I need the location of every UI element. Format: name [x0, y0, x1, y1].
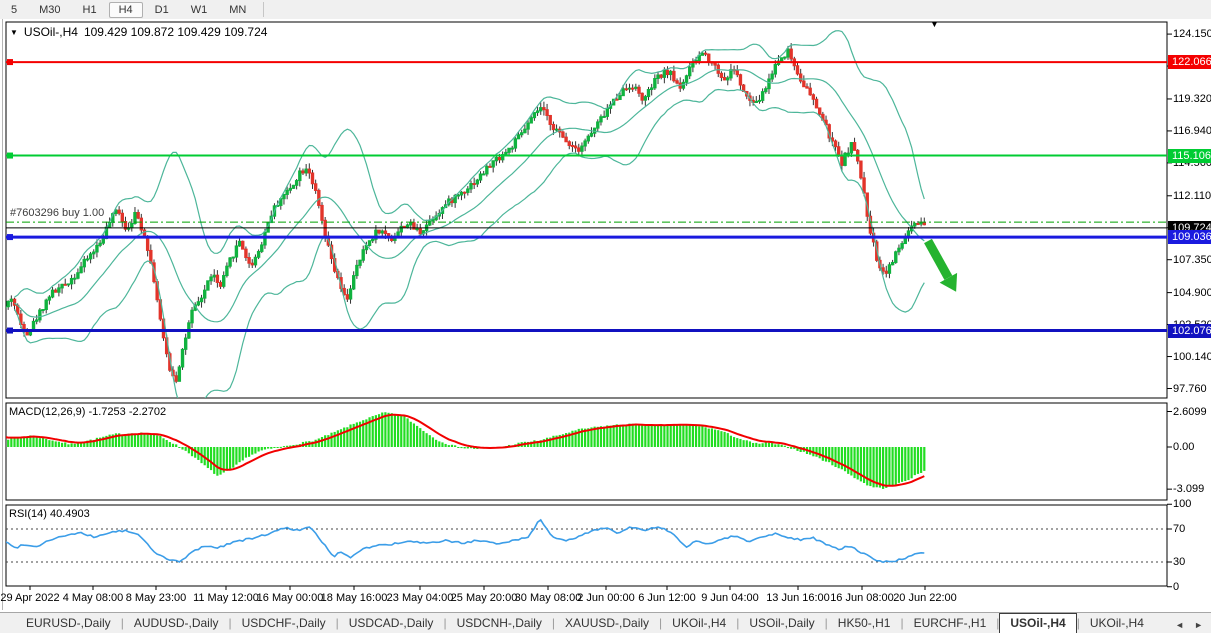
chart-tab-usdcad-daily[interactable]: USDCAD-,Daily: [339, 614, 444, 633]
timeframe-button-w1[interactable]: W1: [181, 2, 218, 18]
chart-tab-ukoil-h4[interactable]: UKOil-,H4: [1080, 614, 1154, 633]
price-tick: 116.940: [1173, 125, 1211, 137]
date-tick-label: 18 May 16:00: [321, 592, 388, 604]
macd-indicator-label: MACD(12,26,9) -1.7253 -2.2702: [9, 406, 166, 418]
date-tick-label: 9 Jun 04:00: [701, 592, 759, 604]
chart-tab-eurusd-daily[interactable]: EURUSD-,Daily: [16, 614, 121, 633]
chart-tab-eurchf-h1[interactable]: EURCHF-,H1: [904, 614, 997, 633]
macd-tick: -3.099: [1173, 483, 1204, 495]
chart-tab-hk50-h1[interactable]: HK50-,H1: [828, 614, 901, 633]
rsi-tick: 100: [1173, 498, 1191, 510]
chart-tab-ukoil-h4[interactable]: UKOil-,H4: [662, 614, 736, 633]
date-tick-label: 2 Jun 00:00: [577, 592, 635, 604]
price-tick: 124.150: [1173, 28, 1211, 40]
tab-scroll-right-icon[interactable]: ►: [1194, 620, 1203, 630]
chart-tab-audusd-daily[interactable]: AUDUSD-,Daily: [124, 614, 229, 633]
price-tick: 104.900: [1173, 287, 1211, 299]
macd-tick: 0.00: [1173, 441, 1194, 453]
chart-tab-xauusd-daily[interactable]: XAUUSD-,Daily: [555, 614, 659, 633]
macd-panel-frame: [6, 403, 1167, 500]
tab-scroll-left-icon[interactable]: ◄: [1175, 620, 1184, 630]
chart-ohlc-values: 109.429 109.872 109.429 109.724: [84, 25, 268, 39]
timeframe-button-m30[interactable]: M30: [29, 2, 70, 18]
timeframe-button-h4[interactable]: H4: [109, 2, 143, 18]
chart-window[interactable]: ▼ USOil-,H4 109.429 109.872 109.429 109.…: [0, 19, 1211, 612]
line-handle[interactable]: [7, 234, 13, 240]
chart-tab-usoil-h4[interactable]: USOil-,H4: [999, 613, 1076, 633]
rsi-panel-frame: [6, 505, 1167, 586]
price-tick: 107.350: [1173, 254, 1211, 266]
chart-dropdown-icon[interactable]: ▼: [10, 28, 18, 37]
price-badge: 115.106: [1168, 149, 1211, 163]
rsi-tick: 0: [1173, 581, 1179, 593]
chart-title: ▼ USOil-,H4 109.429 109.872 109.429 109.…: [10, 25, 267, 39]
date-tick-label: 20 Jun 22:00: [893, 592, 957, 604]
date-tick-label: 30 May 08:00: [515, 592, 582, 604]
toolbar-separator: [263, 2, 264, 17]
date-tick-label: 6 Jun 12:00: [638, 592, 696, 604]
date-tick-label: 13 Jun 16:00: [766, 592, 830, 604]
date-tick-label: 29 Apr 2022: [0, 592, 59, 604]
price-tick: 119.320: [1173, 93, 1211, 105]
date-tick-label: 16 Jun 08:00: [830, 592, 894, 604]
line-handle[interactable]: [7, 328, 13, 334]
chart-tab-usoil-daily[interactable]: USOil-,Daily: [739, 614, 824, 633]
open-order-label[interactable]: #7603296 buy 1.00: [10, 207, 104, 219]
chart-tab-bar: EURUSD-,Daily|AUDUSD-,Daily|USDCHF-,Dail…: [0, 612, 1211, 633]
price-badge: 122.066: [1168, 55, 1211, 69]
timeframe-button-mn[interactable]: MN: [219, 2, 256, 18]
macd-tick: 2.6099: [1173, 406, 1207, 418]
rsi-indicator-label: RSI(14) 40.4903: [9, 508, 90, 520]
price-badge: 109.036: [1168, 230, 1211, 244]
date-tick-label: 23 May 04:00: [387, 592, 454, 604]
trading-terminal-window: 5M30H1H4D1W1MN ▼ USOil-,H4 109.429 109.8…: [0, 0, 1211, 633]
timeframe-button-5[interactable]: 5: [1, 2, 27, 18]
date-tick-label: 25 May 20:00: [451, 592, 518, 604]
price-tick: 100.140: [1173, 351, 1211, 363]
price-badge: 102.076: [1168, 324, 1211, 338]
timeframe-toolbar: 5M30H1H4D1W1MN: [0, 0, 1211, 20]
rsi-tick: 70: [1173, 523, 1185, 535]
chart-tab-usdcnh-daily[interactable]: USDCNH-,Daily: [447, 614, 552, 633]
price-tick: 112.110: [1173, 190, 1211, 202]
date-tick-label: 11 May 12:00: [193, 592, 259, 604]
timeframe-button-h1[interactable]: H1: [73, 2, 107, 18]
chart-symbol-period: USOil-,H4: [24, 25, 78, 39]
line-handle[interactable]: [7, 59, 13, 65]
chart-tab-usdchf-daily[interactable]: USDCHF-,Daily: [232, 614, 336, 633]
date-tick-label: 8 May 23:00: [126, 592, 187, 604]
rsi-tick: 30: [1173, 556, 1185, 568]
chart-canvas[interactable]: [0, 19, 1211, 612]
scroll-anchor-icon[interactable]: ▼: [930, 19, 939, 29]
date-tick-label: 4 May 08:00: [63, 592, 124, 604]
main-panel-frame: [6, 22, 1167, 398]
timeframe-button-d1[interactable]: D1: [145, 2, 179, 18]
price-tick: 97.760: [1173, 383, 1207, 395]
date-tick-label: 16 May 00:00: [257, 592, 324, 604]
line-handle[interactable]: [7, 153, 13, 159]
